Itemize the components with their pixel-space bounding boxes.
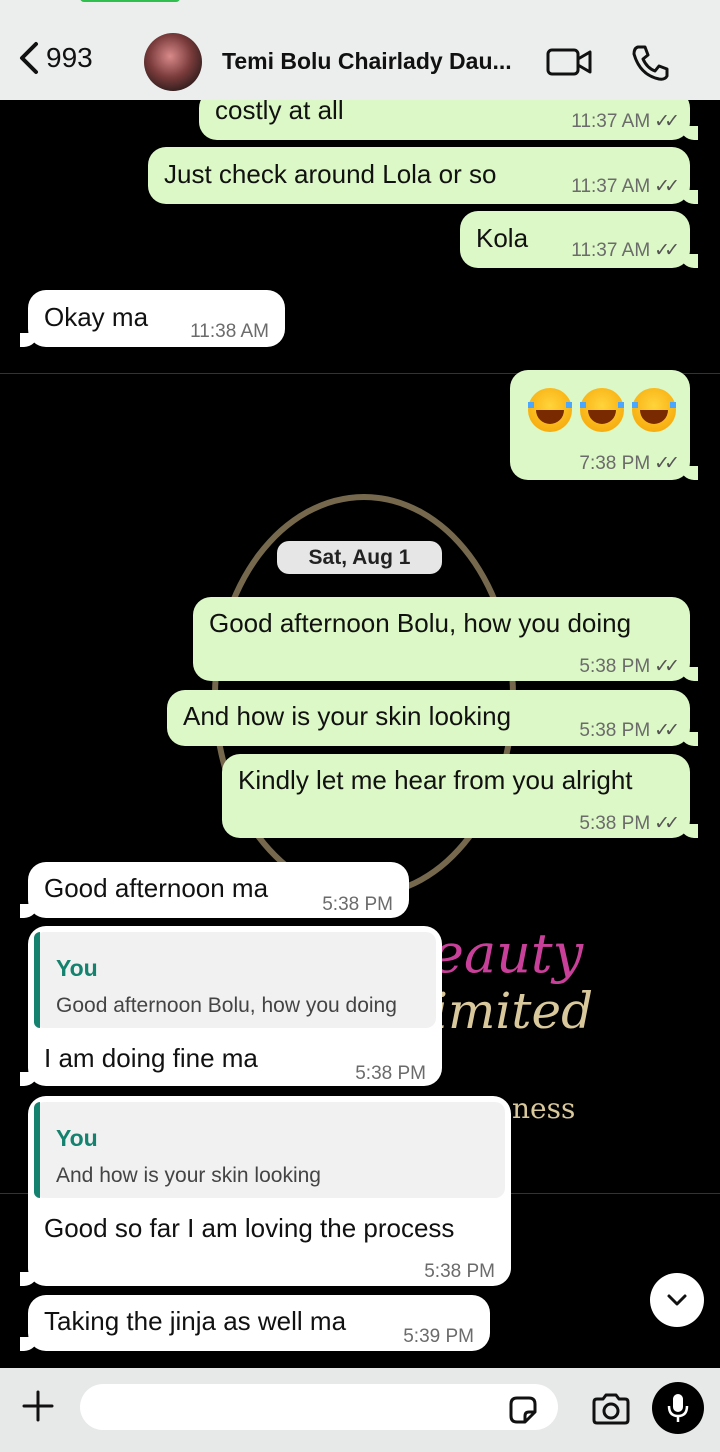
message-text: Just check around Lola or so bbox=[164, 159, 497, 189]
composer-bar bbox=[0, 1368, 720, 1452]
message-time: 5:38 PM bbox=[322, 894, 393, 915]
message-time: 11:37 AM ✓✓ bbox=[571, 106, 680, 138]
emoji-row bbox=[528, 388, 676, 432]
message-bubble-outgoing[interactable]: Good afternoon Bolu, how you doing 5:38 … bbox=[193, 597, 698, 683]
message-time: 5:38 PM bbox=[355, 1063, 426, 1084]
laughing-tears-emoji-icon bbox=[580, 388, 624, 432]
voice-record-button[interactable] bbox=[652, 1382, 704, 1434]
background-logo-text: imited bbox=[432, 982, 594, 1040]
message-bubble-outgoing[interactable]: Kola 11:37 AM ✓✓ bbox=[460, 211, 698, 268]
quoted-text: Good afternoon Bolu, how you doing bbox=[56, 994, 397, 1017]
message-bubble-outgoing[interactable]: Just check around Lola or so 11:37 AM ✓✓ bbox=[148, 147, 698, 204]
read-ticks-icon: ✓✓ bbox=[654, 176, 680, 197]
message-bubble-outgoing[interactable]: 7:38 PM ✓✓ bbox=[510, 370, 698, 480]
status-indicator bbox=[80, 0, 180, 2]
message-bubble-reply[interactable]: You And how is your skin looking Good so… bbox=[20, 1096, 511, 1286]
back-chevron-icon bbox=[20, 42, 38, 74]
quoted-message[interactable]: You And how is your skin looking bbox=[34, 1102, 505, 1198]
laughing-tears-emoji-icon bbox=[528, 388, 572, 432]
mic-icon bbox=[667, 1394, 689, 1422]
message-time: 11:38 AM bbox=[190, 321, 269, 342]
message-text: Good afternoon Bolu, how you doing bbox=[209, 608, 632, 638]
read-ticks-icon: ✓✓ bbox=[654, 656, 680, 677]
read-ticks-icon: ✓✓ bbox=[654, 240, 680, 261]
message-text: Kola bbox=[476, 223, 529, 253]
message-text: Kindly let me hear from you alright bbox=[238, 765, 633, 795]
unread-count: 993 bbox=[46, 42, 93, 73]
read-ticks-icon: ✓✓ bbox=[654, 720, 680, 741]
message-text: Taking the jinja as well ma bbox=[44, 1306, 347, 1336]
message-text: I am doing fine ma bbox=[44, 1043, 258, 1073]
message-bubble-outgoing[interactable]: Kindly let me hear from you alright 5:38… bbox=[222, 754, 698, 840]
message-input[interactable] bbox=[80, 1384, 558, 1430]
read-ticks-icon: ✓✓ bbox=[654, 453, 680, 474]
background-logo-text: ness bbox=[512, 1092, 576, 1125]
message-time: 11:37 AM ✓✓ bbox=[571, 171, 680, 203]
read-ticks-icon: ✓✓ bbox=[654, 111, 680, 132]
message-time: 5:38 PM ✓✓ bbox=[579, 651, 680, 683]
message-text: Good so far I am loving the process bbox=[44, 1213, 455, 1243]
quoted-message[interactable]: You Good afternoon Bolu, how you doing bbox=[34, 932, 436, 1028]
message-time: 7:38 PM ✓✓ bbox=[579, 448, 680, 480]
sticker-icon[interactable] bbox=[507, 1394, 539, 1426]
message-bubble-reply[interactable]: You Good afternoon Bolu, how you doing I… bbox=[20, 926, 442, 1086]
message-time: 5:38 PM ✓✓ bbox=[579, 715, 680, 747]
camera-icon[interactable] bbox=[590, 1392, 632, 1426]
scroll-down-button[interactable] bbox=[650, 1273, 704, 1327]
video-call-icon[interactable] bbox=[546, 47, 594, 77]
background-logo-text: eauty bbox=[432, 922, 584, 985]
scroll-down-icon bbox=[667, 1294, 687, 1306]
message-time: 5:38 PM ✓✓ bbox=[579, 808, 680, 840]
message-bubble-incoming[interactable]: Good afternoon ma 5:38 PM bbox=[20, 862, 409, 918]
message-time: 5:39 PM bbox=[403, 1326, 474, 1347]
avatar[interactable] bbox=[144, 33, 202, 91]
message-text: Okay ma bbox=[44, 302, 149, 332]
message-text: And how is your skin looking bbox=[183, 701, 512, 731]
quoted-sender: You bbox=[56, 1125, 98, 1151]
message-time: 11:37 AM ✓✓ bbox=[571, 235, 680, 267]
quoted-text: And how is your skin looking bbox=[56, 1164, 321, 1187]
message-text: Good afternoon ma bbox=[44, 873, 269, 903]
quoted-sender: You bbox=[56, 955, 98, 981]
chat-header: 993 Temi Bolu Chairlady Dau... bbox=[0, 0, 720, 100]
laughing-tears-emoji-icon bbox=[632, 388, 676, 432]
read-ticks-icon: ✓✓ bbox=[654, 813, 680, 834]
back-button[interactable]: 993 bbox=[18, 40, 93, 76]
phone-icon[interactable] bbox=[630, 43, 670, 83]
message-bubble-incoming[interactable]: Okay ma 11:38 AM bbox=[20, 290, 285, 347]
plus-icon[interactable] bbox=[18, 1386, 58, 1426]
message-bubble-incoming[interactable]: Taking the jinja as well ma 5:39 PM bbox=[20, 1295, 490, 1351]
contact-name[interactable]: Temi Bolu Chairlady Dau... bbox=[222, 48, 512, 75]
message-bubble-outgoing[interactable]: And how is your skin looking 5:38 PM ✓✓ bbox=[167, 690, 698, 747]
message-time: 5:38 PM bbox=[424, 1261, 495, 1282]
date-separator: Sat, Aug 1 bbox=[277, 541, 442, 574]
